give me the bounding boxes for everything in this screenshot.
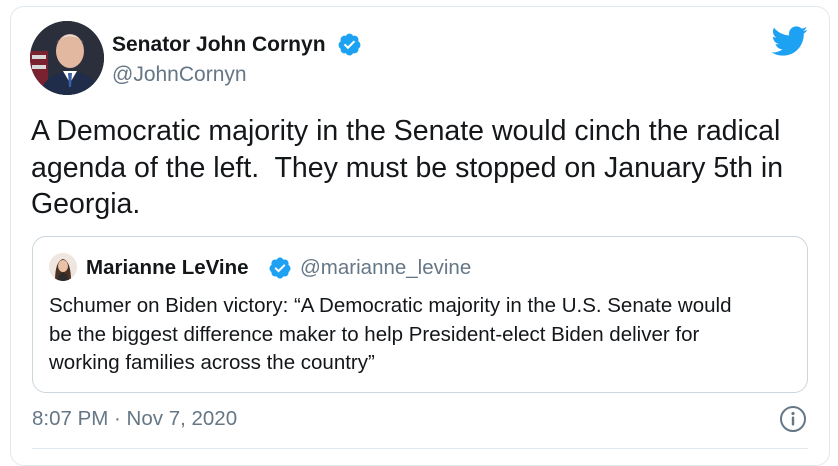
quoted-author-display-name[interactable]: Marianne LeVine xyxy=(86,256,249,280)
tweet-text: A Democratic majority in the Senate woul… xyxy=(31,115,784,220)
verified-badge-icon xyxy=(337,32,362,57)
tweet-timestamp[interactable]: 8:07 PM · Nov 7, 2020 xyxy=(32,407,237,431)
footer-divider xyxy=(32,448,808,449)
author-display-name[interactable]: Senator John Cornyn xyxy=(112,32,326,58)
quoted-author-avatar[interactable] xyxy=(49,253,77,281)
quoted-author-handle[interactable]: @marianne_levine xyxy=(300,256,471,280)
quoted-verified-badge-icon xyxy=(268,256,292,280)
quoted-tweet-text: Schumer on Biden victory: “A Democratic … xyxy=(49,294,732,374)
author-avatar[interactable] xyxy=(30,21,104,95)
info-icon[interactable] xyxy=(779,405,807,433)
author-handle[interactable]: @JohnCornyn xyxy=(112,62,247,88)
twitter-bird-icon[interactable] xyxy=(770,25,808,57)
